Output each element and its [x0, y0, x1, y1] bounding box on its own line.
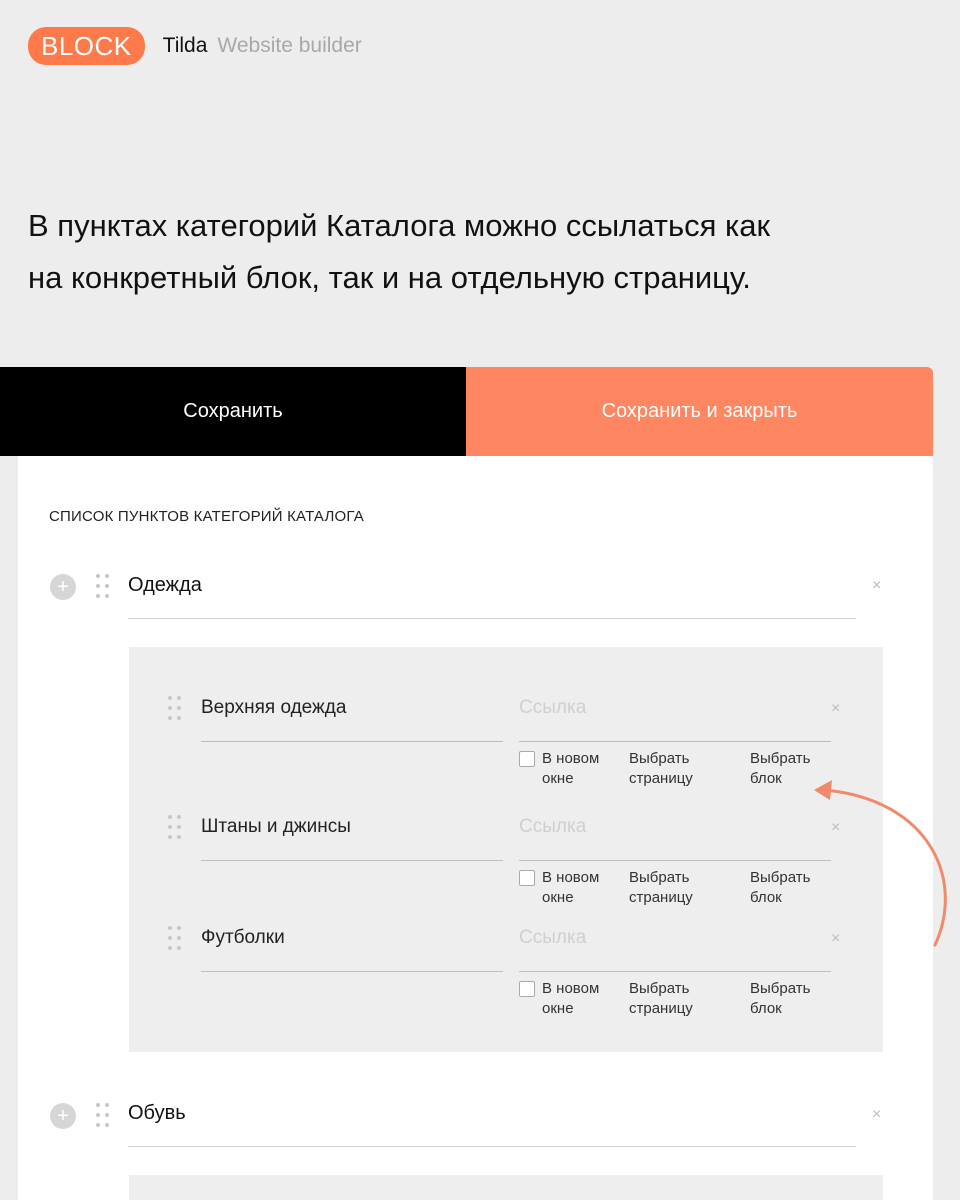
drag-handle-icon[interactable]	[168, 815, 182, 841]
link-underline	[519, 860, 831, 861]
link-input[interactable]: Ссылка	[519, 927, 586, 949]
close-icon[interactable]: ×	[831, 819, 840, 837]
subitem-underline	[201, 971, 503, 972]
subitem-title-input[interactable]: Верхняя одежда	[201, 697, 346, 719]
new-window-option[interactable]: В новом окне	[542, 868, 599, 908]
close-icon[interactable]: ×	[872, 1106, 881, 1124]
subitem-underline	[201, 741, 503, 742]
category-title-input[interactable]: Одежда	[128, 574, 202, 597]
category-title-input[interactable]: Обувь	[128, 1102, 186, 1125]
choose-page-link[interactable]: Выбрать страницу	[629, 868, 693, 908]
subcategory-box	[129, 1175, 883, 1200]
close-icon[interactable]: ×	[831, 930, 840, 948]
link-underline	[519, 971, 831, 972]
choose-block-link[interactable]: Выбрать блок	[750, 749, 810, 789]
save-button[interactable]: Сохранить	[0, 367, 466, 456]
drag-handle-icon[interactable]	[168, 926, 182, 952]
choose-page-link[interactable]: Выбрать страницу	[629, 979, 693, 1019]
category-underline	[128, 1146, 856, 1147]
checkbox-icon[interactable]	[519, 751, 535, 767]
choose-block-link[interactable]: Выбрать блок	[750, 979, 810, 1019]
link-input[interactable]: Ссылка	[519, 697, 586, 719]
subitem-title-input[interactable]: Футболки	[201, 927, 285, 949]
intro-line-1: В пунктах категорий Каталога можно ссыла…	[28, 208, 771, 243]
panel-left-edge	[0, 456, 18, 1200]
subitem-underline	[201, 860, 503, 861]
drag-handle-icon[interactable]	[96, 574, 110, 600]
drag-handle-icon[interactable]	[96, 1103, 110, 1129]
choose-page-link[interactable]: Выбрать страницу	[629, 749, 693, 789]
section-title: СПИСОК ПУНКТОВ КАТЕГОРИЙ КАТАЛОГА	[49, 508, 364, 525]
new-window-option[interactable]: В новом окне	[542, 979, 599, 1019]
brand-subtitle: Website builder	[217, 34, 362, 57]
close-icon[interactable]: ×	[831, 700, 840, 718]
link-underline	[519, 741, 831, 742]
new-window-option[interactable]: В новом окне	[542, 749, 599, 789]
intro-text: В пунктах категорий Каталога можно ссыла…	[28, 200, 908, 304]
add-subcategory-icon[interactable]: +	[50, 574, 76, 600]
checkbox-icon[interactable]	[519, 870, 535, 886]
brand-badge: BLOCK	[28, 27, 145, 65]
brand: BLOCK Tilda Website builder	[28, 27, 362, 65]
catalog-editor-panel: Сохранить Сохранить и закрыть СПИСОК ПУН…	[0, 367, 933, 1200]
choose-block-link[interactable]: Выбрать блок	[750, 868, 810, 908]
link-input[interactable]: Ссылка	[519, 816, 586, 838]
intro-line-2: на конкретный блок, так и на отдельную с…	[28, 260, 751, 295]
close-icon[interactable]: ×	[872, 577, 881, 595]
subitem-title-input[interactable]: Штаны и джинсы	[201, 816, 351, 838]
checkbox-icon[interactable]	[519, 981, 535, 997]
add-subcategory-icon[interactable]: +	[50, 1103, 76, 1129]
brand-name: Tilda	[162, 34, 208, 57]
drag-handle-icon[interactable]	[168, 696, 182, 722]
save-and-close-button[interactable]: Сохранить и закрыть	[466, 367, 933, 456]
category-underline	[128, 618, 856, 619]
